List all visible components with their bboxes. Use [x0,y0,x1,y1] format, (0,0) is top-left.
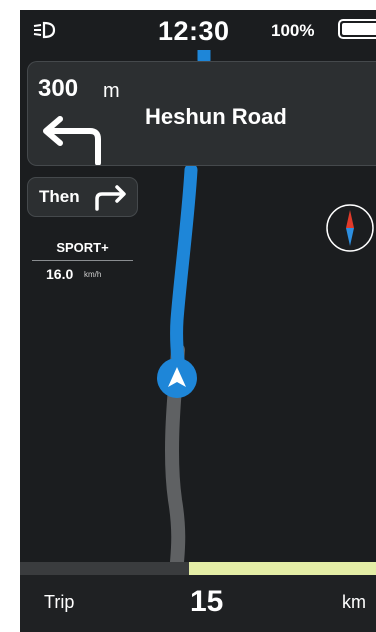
turn-distance: 300 [38,75,79,102]
turn-distance-unit: m [103,80,120,102]
clock: 12:30 [158,16,230,46]
headlight-icon [33,21,56,39]
speed-unit: km/h [84,270,102,279]
position-arrow-icon [157,358,197,398]
trip-label: Trip [44,592,75,612]
trip-progress-fill [189,562,376,575]
turn-left-arrow-icon [43,116,101,165]
turn-instruction-card[interactable]: 300 m Heshun Road [27,61,376,166]
riding-mode: SPORT+ [56,240,109,255]
battery-icon [338,19,376,39]
trip-progress-bar [20,562,376,575]
trip-footer[interactable]: Trip 15 km [20,575,376,632]
display-screen: 12:30 100% 300 m Heshun Road Then SPORT+… [20,10,376,632]
turn-right-arrow-icon [95,185,126,211]
compass-icon[interactable] [324,202,376,254]
mode-divider [32,260,133,261]
current-speed: 16.0 [46,266,74,282]
trip-value: 15 [190,585,224,618]
status-bar: 12:30 100% [20,10,376,50]
battery-percent: 100% [271,21,315,40]
next-turn-card: Then [27,177,138,217]
then-label: Then [39,187,80,206]
trip-unit: km [342,592,366,612]
battery-level-fill [342,23,376,35]
street-name: Heshun Road [145,104,287,129]
